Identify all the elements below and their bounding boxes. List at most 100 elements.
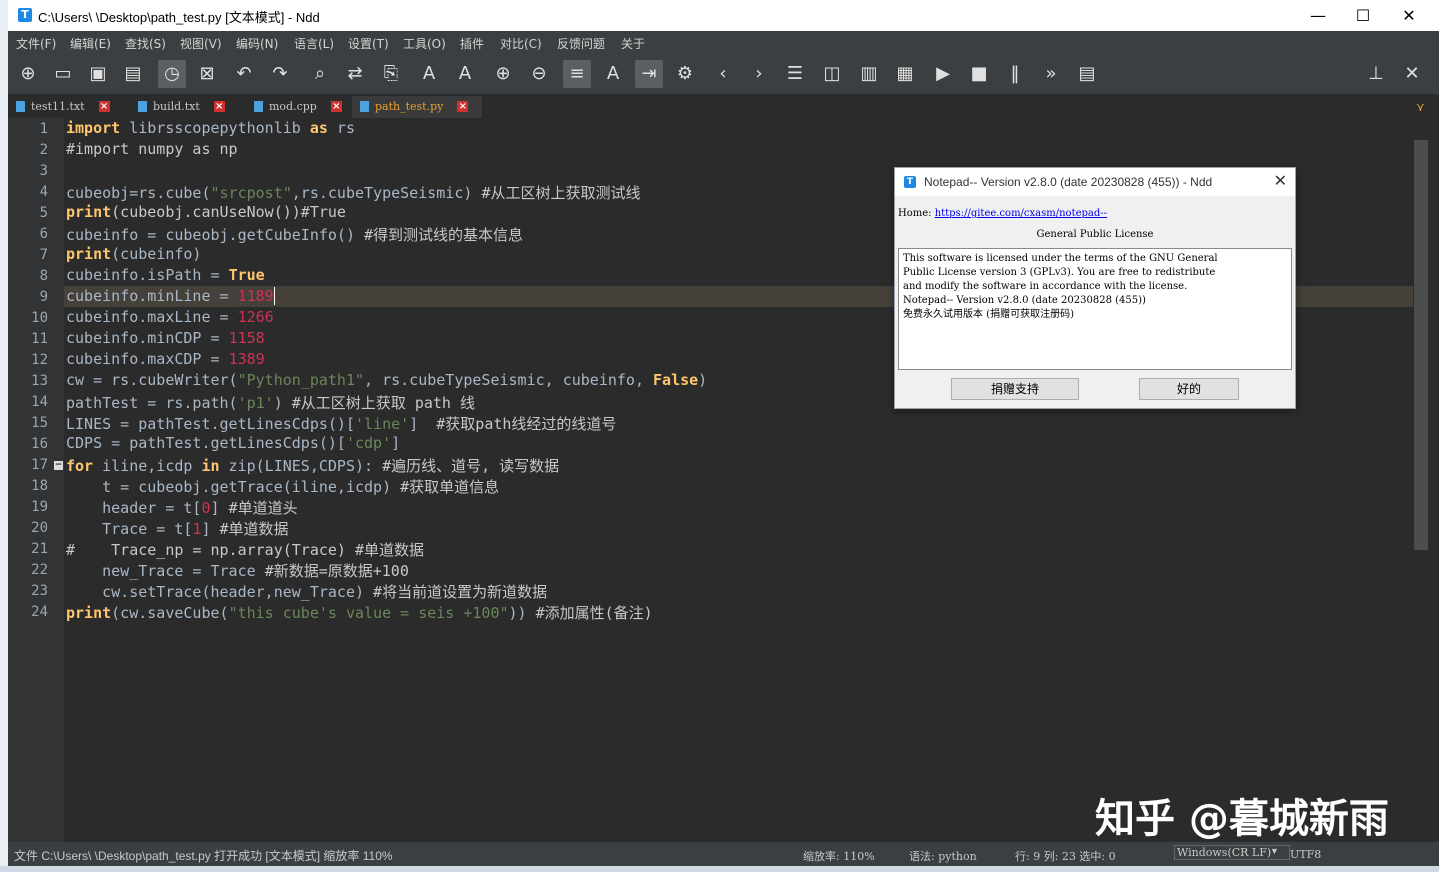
license-line: This software is licensed under the term… xyxy=(903,253,1218,264)
license-textbox[interactable]: This software is licensed under the term… xyxy=(898,248,1292,370)
zoom-out-icon[interactable]: ⊖ xyxy=(525,60,553,88)
menu-about[interactable]: 关于 xyxy=(621,35,645,52)
line-number: 22 xyxy=(31,562,48,578)
license-line: Notepad-- Version v2.8.0 (date 20230828 … xyxy=(903,295,1146,306)
menu-encoding[interactable]: 编码(N) xyxy=(236,35,278,52)
pause-icon[interactable]: ‖ xyxy=(1001,60,1029,88)
license-title: General Public License xyxy=(1036,229,1154,240)
pin-icon[interactable]: ⊥ xyxy=(1362,60,1390,88)
status-file-info: 文件 C:\Users\ \Desktop\path_test.py 打开成功 … xyxy=(14,849,393,863)
split-icon[interactable]: ◫ xyxy=(818,60,846,88)
code-line-4: cubeobj=rs.cube("srcpost",rs.cubeTypeSei… xyxy=(66,184,641,202)
tab-test11[interactable]: test11.txt × xyxy=(8,96,126,118)
tab-label: build.txt xyxy=(153,100,200,113)
tab-build[interactable]: build.txt × xyxy=(130,96,244,118)
tab-close-icon[interactable]: × xyxy=(98,100,110,112)
file-icon xyxy=(360,100,369,112)
menu-tools[interactable]: 工具(O) xyxy=(403,35,446,52)
clock-icon[interactable]: ◷ xyxy=(158,60,186,88)
status-syntax: 语法: python xyxy=(909,850,977,863)
close-file-icon[interactable]: ⊠ xyxy=(193,60,221,88)
tab-mod[interactable]: mod.cpp × xyxy=(246,96,350,118)
text-size-icon[interactable]: A xyxy=(415,60,443,88)
code-line-13: cw = rs.cubeWriter("Python_path1", rs.cu… xyxy=(66,371,708,389)
chevron-down-icon[interactable]: ▼ xyxy=(1270,846,1279,856)
new-file-icon[interactable]: ⊕ xyxy=(14,60,42,88)
tab-overflow-icon[interactable]: ⋎ xyxy=(1416,100,1425,114)
text-format-icon[interactable]: A xyxy=(451,60,479,88)
license-line: and modify the software in accordance wi… xyxy=(903,281,1188,292)
menu-settings[interactable]: 设置(T) xyxy=(348,35,389,52)
replace-icon[interactable]: ⇄ xyxy=(341,60,369,88)
line-number: 21 xyxy=(31,541,48,557)
app-icon: T xyxy=(904,176,916,188)
license-line: Public License version 3 (GPLv3). You ar… xyxy=(903,267,1216,278)
line-number: 2 xyxy=(39,142,48,158)
font-icon[interactable]: A xyxy=(599,60,627,88)
code-line-11: cubeinfo.minCDP = 1158 xyxy=(66,329,265,347)
dialog-close-icon[interactable]: ✕ xyxy=(1274,171,1287,190)
tab-close-icon[interactable]: × xyxy=(330,100,342,112)
play-icon[interactable]: ▶ xyxy=(929,60,957,88)
doc-list-icon[interactable]: ☰ xyxy=(781,60,809,88)
fold-toggle-icon[interactable]: − xyxy=(54,461,63,470)
menu-language[interactable]: 语言(L) xyxy=(294,35,334,52)
menu-search[interactable]: 查找(S) xyxy=(125,35,166,52)
save-icon[interactable]: ▣ xyxy=(84,60,112,88)
tab-path-test[interactable]: path_test.py × xyxy=(352,96,482,120)
line-number: 16 xyxy=(31,436,48,452)
donate-button[interactable]: 捐赠支持 xyxy=(951,378,1079,400)
status-zoom: 缩放率: 110% xyxy=(803,850,875,863)
line-number: 5 xyxy=(39,205,48,221)
line-number: 14 xyxy=(31,394,48,410)
next-icon[interactable]: › xyxy=(745,60,773,88)
code-line-6: cubeinfo = cubeobj.getCubeInfo() #得到测试线的… xyxy=(66,226,524,244)
indent-icon[interactable]: ⇥ xyxy=(635,60,663,88)
undo-icon[interactable]: ↶ xyxy=(230,60,258,88)
open-folder-icon[interactable]: ▭ xyxy=(49,60,77,88)
minimize-button[interactable]: — xyxy=(1295,0,1341,31)
line-number: 4 xyxy=(39,184,48,200)
hex-icon[interactable]: ▦ xyxy=(891,60,919,88)
find-in-files-icon[interactable]: ⎘ xyxy=(377,60,405,88)
right-edge xyxy=(1429,94,1439,866)
tab-close-icon[interactable]: × xyxy=(457,100,469,112)
scrollbar-thumb[interactable] xyxy=(1414,140,1428,550)
line-number: 10 xyxy=(31,310,48,326)
code-line-5: print(cubeobj.canUseNow())#True xyxy=(66,203,346,221)
code-line-15: LINES = pathTest.getLinesCdps()['line'] … xyxy=(66,415,617,433)
line-number: 9 xyxy=(39,289,48,305)
code-line-2: #import numpy as np xyxy=(66,140,238,158)
line-number: 8 xyxy=(39,268,48,284)
about-dialog: T Notepad-- Version v2.8.0 (date 2023082… xyxy=(894,167,1296,409)
fast-forward-icon[interactable]: » xyxy=(1037,60,1065,88)
menu-edit[interactable]: 编辑(E) xyxy=(70,35,111,52)
tab-close-icon[interactable]: × xyxy=(213,100,225,112)
line-number: 20 xyxy=(31,520,48,536)
code-line-21: # Trace_np = np.array(Trace) #单道数据 xyxy=(66,541,425,559)
zoom-in-icon[interactable]: ⊕ xyxy=(489,60,517,88)
close-window-button[interactable]: ✕ xyxy=(1386,0,1432,31)
home-link[interactable]: https://gitee.com/cxasm/notepad-- xyxy=(935,208,1107,219)
redo-icon[interactable]: ↷ xyxy=(266,60,294,88)
tab-label: test11.txt xyxy=(31,100,85,113)
menu-file[interactable]: 文件(F) xyxy=(16,35,56,52)
app-icon: T xyxy=(18,8,32,22)
line-number: 7 xyxy=(39,247,48,263)
menu-view[interactable]: 视图(V) xyxy=(180,35,222,52)
find-icon[interactable]: ⌕ xyxy=(306,60,334,88)
save-all-icon[interactable]: ▤ xyxy=(119,60,147,88)
wrap-icon[interactable]: ≡ xyxy=(563,60,591,88)
menu-feedback[interactable]: 反馈问题 xyxy=(557,35,605,52)
line-number: 1 xyxy=(39,121,48,137)
prev-icon[interactable]: ‹ xyxy=(709,60,737,88)
column-icon[interactable]: ▥ xyxy=(855,60,883,88)
close-panel-icon[interactable]: ✕ xyxy=(1398,60,1426,88)
save-macro-icon[interactable]: ▤ xyxy=(1073,60,1101,88)
menu-compare[interactable]: 对比(C) xyxy=(500,35,542,52)
settings-doc-icon[interactable]: ⚙ xyxy=(671,60,699,88)
ok-button[interactable]: 好的 xyxy=(1139,378,1239,400)
stop-icon[interactable]: ■ xyxy=(965,60,993,88)
maximize-button[interactable]: ☐ xyxy=(1340,0,1386,31)
menu-plugins[interactable]: 插件 xyxy=(460,35,484,52)
